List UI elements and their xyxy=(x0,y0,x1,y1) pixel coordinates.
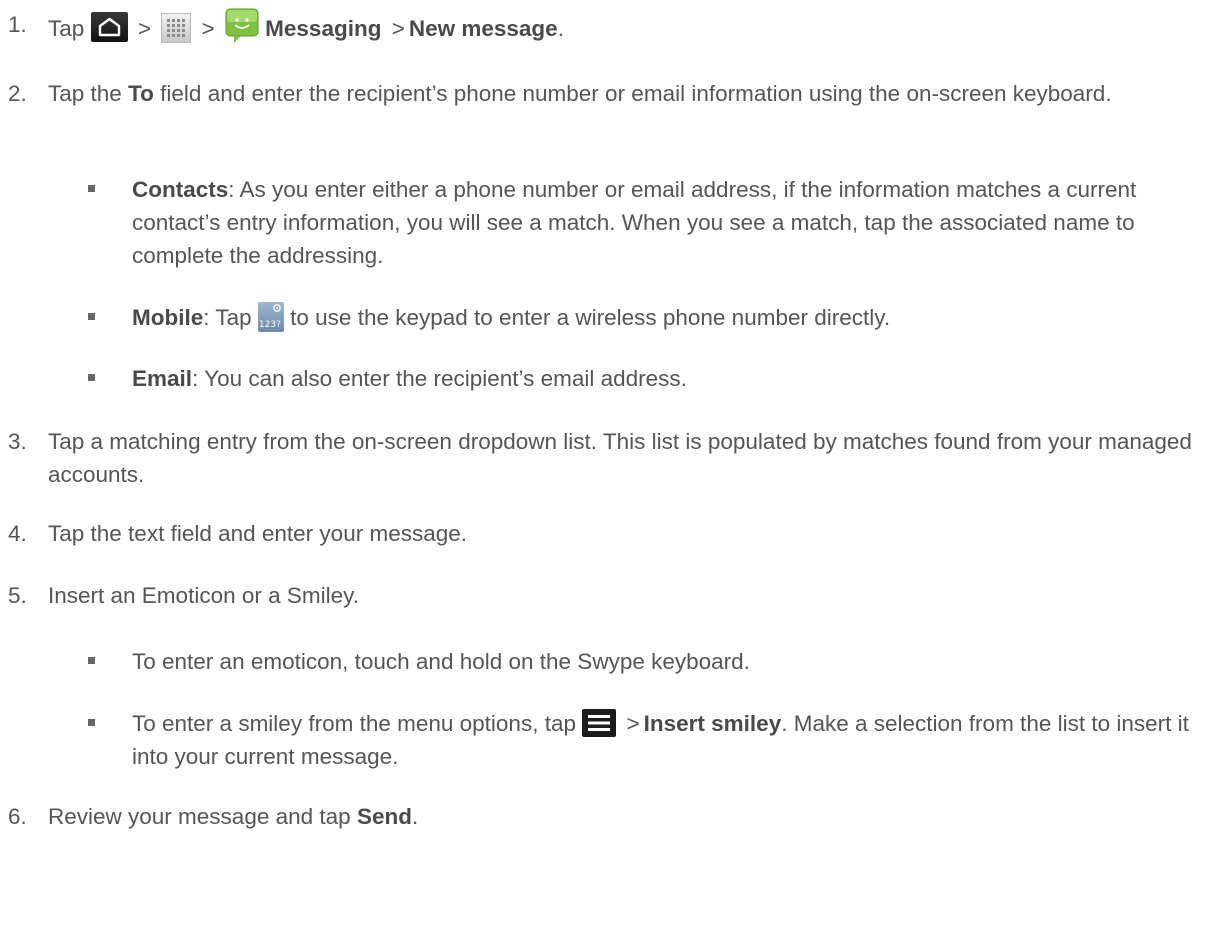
new-message-label: New message xyxy=(408,16,558,41)
step-text-pre: Review your message and tap xyxy=(48,804,351,829)
bullet-text: Email: You can also enter the recipient’… xyxy=(132,362,1202,395)
step-number: 6. xyxy=(8,804,27,829)
step-text: Tap the To field and enter the recipient… xyxy=(48,77,1198,110)
mobile-text-pre: : Tap xyxy=(203,305,252,330)
bullet-text: To enter a smiley from the menu options,… xyxy=(132,707,1202,773)
step-number: 2. xyxy=(8,81,27,106)
apps-icon xyxy=(161,13,192,43)
keypad-icon-text: 123? xyxy=(258,320,281,330)
tap-word: Tap xyxy=(48,16,85,41)
step-text: Tap a matching entry from the on-screen … xyxy=(48,429,1192,487)
mobile-label: Mobile xyxy=(132,305,204,330)
separator: > xyxy=(391,16,405,41)
contacts-text: : As you enter either a phone number or … xyxy=(132,177,1137,268)
separator: > xyxy=(626,711,640,736)
step-number: 5. xyxy=(8,583,27,608)
step-text: Review your message and tap Send. xyxy=(48,800,1198,833)
bullet-marker xyxy=(88,313,95,320)
to-field-label: To xyxy=(128,81,154,106)
keypad-icon: 123? xyxy=(257,302,284,332)
bullet-text: To enter an emoticon, touch and hold on … xyxy=(132,649,750,674)
period: . xyxy=(411,804,419,829)
bullet-marker xyxy=(88,657,95,664)
separator: > xyxy=(137,16,151,41)
step-text: Tap the text field and enter your messag… xyxy=(48,521,467,546)
separator: > xyxy=(201,16,215,41)
email-label: Email xyxy=(132,366,193,391)
step-text-post: field and enter the recipient’s phone nu… xyxy=(160,81,1112,106)
menu-icon xyxy=(582,709,617,737)
bullet-text: Mobile: Tap 123? to use the keypad to en… xyxy=(132,301,1202,334)
home-icon xyxy=(90,12,128,42)
bullet-text: Contacts: As you enter either a phone nu… xyxy=(132,173,1202,272)
send-label: Send xyxy=(356,804,412,829)
step-number: 4. xyxy=(8,521,27,546)
period: . xyxy=(557,16,564,41)
smiley-text-pre: To enter a smiley from the menu options,… xyxy=(132,711,576,736)
step-text: Insert an Emoticon or a Smiley. xyxy=(48,583,359,608)
insert-smiley-label: Insert smiley xyxy=(643,711,782,736)
bullet-marker xyxy=(88,719,95,726)
step-text: Tap > > Messaging > New message. xyxy=(48,8,1198,45)
step-text-pre: Tap the xyxy=(48,81,122,106)
bullet-marker xyxy=(88,185,95,192)
step-number: 3. xyxy=(8,429,27,454)
contacts-label: Contacts xyxy=(132,177,229,202)
messaging-icon xyxy=(225,8,259,44)
messaging-label: Messaging xyxy=(265,16,382,41)
bullet-marker xyxy=(88,374,95,381)
email-text: : You can also enter the recipient’s ema… xyxy=(192,366,687,391)
step-number: 1. xyxy=(8,12,27,37)
mobile-text-post: to use the keypad to enter a wireless ph… xyxy=(290,305,891,330)
